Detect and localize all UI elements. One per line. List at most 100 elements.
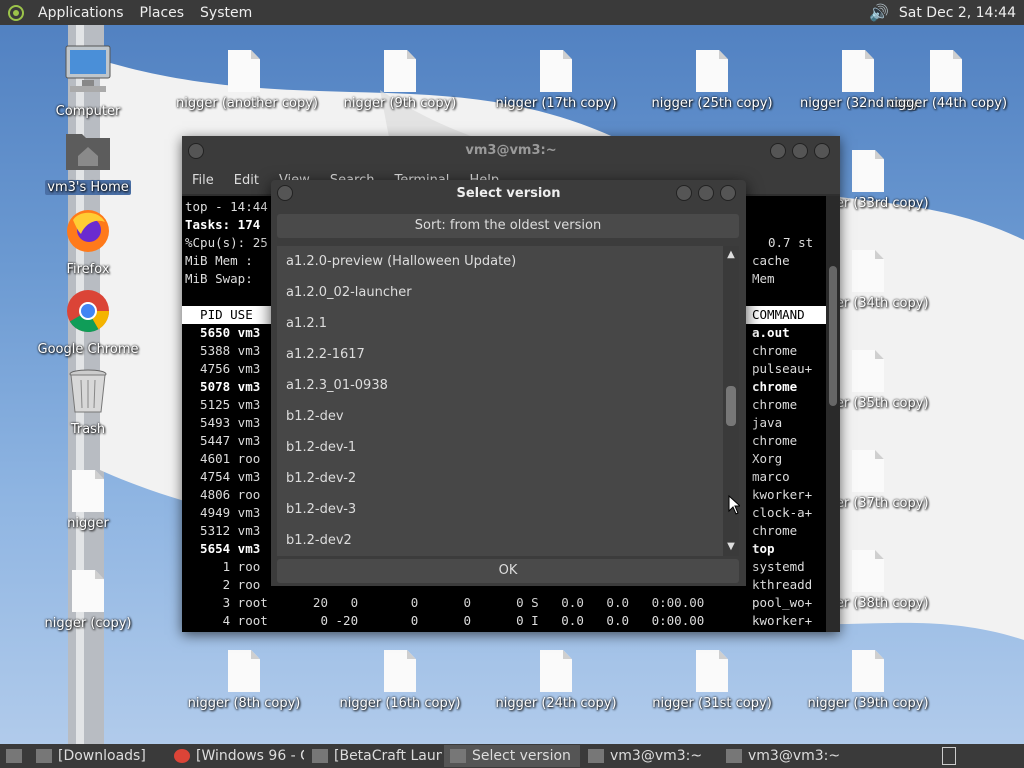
desktop-icon-trash[interactable]: Trash xyxy=(18,368,158,437)
minimize-button[interactable] xyxy=(676,185,692,201)
desktop-icon-label: nigger (31st copy) xyxy=(652,696,772,711)
desktop-icon-file[interactable]: nigger (17th copy) xyxy=(486,50,626,111)
desktop-icon-file[interactable]: nigger (39th copy) xyxy=(798,650,938,711)
chevron-down-icon[interactable]: ▼ xyxy=(723,540,739,554)
process-command: chrome xyxy=(752,379,798,394)
desktop-icon-file[interactable]: nigger xyxy=(18,470,158,531)
desktop-icon-label: nigger (44th copy) xyxy=(886,96,1008,111)
volume-icon[interactable]: 🔊 xyxy=(869,3,889,22)
desktop-icon-firefox[interactable]: Firefox xyxy=(18,208,158,277)
file-icon xyxy=(72,470,104,512)
desktop-icon-file[interactable]: nigger (9th copy) xyxy=(330,50,470,111)
menu-applications[interactable]: Applications xyxy=(30,5,132,21)
desktop-icon-file[interactable]: nigger (another copy) xyxy=(174,50,318,111)
desktop-icon-file[interactable]: nigger (8th copy) xyxy=(174,650,314,711)
top-panel: Applications Places System 🔊 Sat Dec 2, … xyxy=(0,0,1024,25)
workspace-switcher-icon[interactable] xyxy=(942,747,956,765)
file-icon xyxy=(852,550,884,592)
scrollbar-thumb[interactable] xyxy=(829,266,837,406)
desktop-icon-chrome[interactable]: Google Chrome xyxy=(18,288,158,357)
version-item[interactable]: a1.2.2-1617 xyxy=(277,339,723,370)
scrollbar-thumb[interactable] xyxy=(726,385,736,426)
process-row: 1 roo xyxy=(185,559,261,574)
version-item[interactable]: a1.2.3_01-0938 xyxy=(277,370,723,401)
desktop-icon-label: Computer xyxy=(55,104,121,119)
process-row: 3 root 20 0 0 0 0 S 0.0 0.0 0:00.00 xyxy=(185,595,705,610)
app-icon xyxy=(450,749,466,763)
version-item[interactable]: b1.2-dev-2 xyxy=(277,463,723,494)
mate-logo-icon[interactable] xyxy=(8,4,24,21)
task-label: [Downloads] xyxy=(58,748,146,764)
version-item[interactable]: b1.2-dev-1 xyxy=(277,432,723,463)
desktop-icon-label: Trash xyxy=(70,422,106,437)
task-terminal[interactable]: vm3@vm3:~ xyxy=(582,745,718,767)
file-icon xyxy=(842,50,874,92)
menu-file[interactable]: File xyxy=(182,173,224,188)
minimize-button[interactable] xyxy=(770,143,786,159)
sort-button[interactable]: Sort: from the oldest version xyxy=(277,214,739,238)
desktop-icon-file[interactable]: nigger (31st copy) xyxy=(642,650,782,711)
version-item[interactable]: a1.2.0-preview (Halloween Update) xyxy=(277,246,723,277)
version-item[interactable]: b1.2-dev-3 xyxy=(277,494,723,525)
task-chrome[interactable]: [Windows 96 - G... xyxy=(168,745,304,767)
header-left: PID USE xyxy=(185,307,253,322)
menu-edit[interactable]: Edit xyxy=(224,173,269,188)
version-item[interactable]: b1.2-dev2 xyxy=(277,525,723,556)
file-icon xyxy=(72,570,104,612)
file-icon xyxy=(930,50,962,92)
window-menu-button[interactable] xyxy=(188,143,204,159)
chevron-up-icon[interactable]: ▲ xyxy=(723,248,739,262)
close-button[interactable] xyxy=(720,185,736,201)
task-terminal[interactable]: vm3@vm3:~ xyxy=(720,745,856,767)
desktop-icon-file[interactable]: nigger (16th copy) xyxy=(330,650,470,711)
maximize-button[interactable] xyxy=(792,143,808,159)
window-menu-button[interactable] xyxy=(277,185,293,201)
maximize-button[interactable] xyxy=(698,185,714,201)
desktop-icon-label: vm3's Home xyxy=(45,180,131,195)
app-icon xyxy=(312,749,328,763)
select-version-dialog[interactable]: Select version Sort: from the oldest ver… xyxy=(271,180,746,586)
file-icon xyxy=(384,50,416,92)
desktop-icon-label: nigger (17th copy) xyxy=(495,96,617,111)
dialog-titlebar[interactable]: Select version xyxy=(271,180,746,208)
version-item[interactable]: b1.2-dev xyxy=(277,401,723,432)
desktop-icon-file[interactable]: nigger (copy) xyxy=(18,570,158,631)
menu-system[interactable]: System xyxy=(192,5,260,21)
trash-icon xyxy=(69,369,107,413)
top-summary-line: top - 14:44 xyxy=(185,199,268,214)
desktop-icon-computer[interactable]: Computer xyxy=(18,44,158,119)
desktop-icon-file[interactable]: nigger (24th copy) xyxy=(486,650,626,711)
close-button[interactable] xyxy=(814,143,830,159)
process-command: clock-a+ xyxy=(752,505,813,520)
version-item[interactable]: a1.2.0_02-launcher xyxy=(277,277,723,308)
clock[interactable]: Sat Dec 2, 14:44 xyxy=(899,5,1016,21)
folder-icon xyxy=(36,749,52,763)
top-summary-right: cache xyxy=(752,253,790,268)
file-icon xyxy=(852,450,884,492)
file-icon xyxy=(384,650,416,692)
terminal-icon xyxy=(726,749,742,763)
task-select-version[interactable]: Select version xyxy=(444,745,580,767)
dialog-title: Select version xyxy=(456,186,561,201)
task-downloads[interactable]: [Downloads] xyxy=(30,745,166,767)
version-list[interactable]: a1.2.0-preview (Halloween Update) a1.2.0… xyxy=(277,246,723,556)
task-betacraft[interactable]: [BetaCraft Launc... xyxy=(306,745,442,767)
file-icon xyxy=(852,150,884,192)
desktop-icon-file[interactable]: nigger (44th copy) xyxy=(884,50,1008,111)
chrome-icon xyxy=(174,749,190,763)
top-summary-line: Tasks: 174 xyxy=(185,217,261,232)
terminal-scrollbar[interactable] xyxy=(826,196,840,632)
top-summary-line: %Cpu(s): 25 xyxy=(185,235,268,250)
terminal-titlebar[interactable]: vm3@vm3:~ xyxy=(182,136,840,166)
process-command: chrome xyxy=(752,433,798,448)
show-desktop-icon[interactable] xyxy=(6,749,22,763)
ok-button[interactable]: OK xyxy=(277,559,739,583)
process-row: 5654 vm3 xyxy=(185,541,261,556)
process-row: 5650 vm3 xyxy=(185,325,261,340)
desktop-icon-file[interactable]: nigger (25th copy) xyxy=(642,50,782,111)
process-row: 4601 roo xyxy=(185,451,261,466)
menu-places[interactable]: Places xyxy=(132,5,193,21)
process-command: marco xyxy=(752,469,790,484)
version-item[interactable]: a1.2.1 xyxy=(277,308,723,339)
desktop-icon-home[interactable]: vm3's Home xyxy=(18,128,158,195)
